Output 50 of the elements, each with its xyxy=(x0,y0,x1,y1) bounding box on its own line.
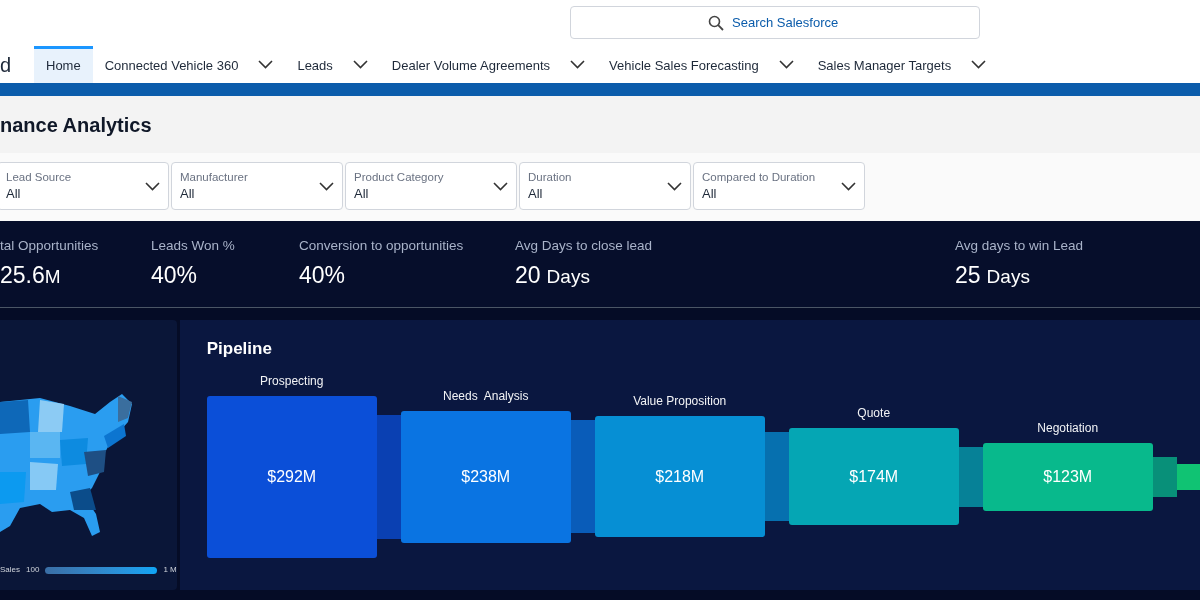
kpi-label: Avg days to win Lead xyxy=(955,236,1084,255)
nav-tab[interactable]: Vehicle Sales Forecasting xyxy=(597,46,771,83)
nav-tab[interactable]: Leads xyxy=(285,46,345,83)
filter-dropdown[interactable]: Duration All xyxy=(519,162,691,210)
nav-tab[interactable]: Dealer Volume Agreements xyxy=(379,46,563,83)
legend-min: 100 xyxy=(26,564,40,576)
stage-value: $218M xyxy=(655,466,705,487)
chevron-down-icon xyxy=(778,60,794,69)
search-field[interactable]: Search Salesforce xyxy=(570,6,980,39)
chevron-down-icon xyxy=(352,60,368,69)
kpi-value: 25 Days xyxy=(955,260,1031,290)
nav-tab[interactable]: Home xyxy=(34,46,93,83)
kpi-value: 20 Days xyxy=(515,260,591,290)
chevron-down-icon xyxy=(841,181,856,191)
nav-tab[interactable]: Sales Manager Targets xyxy=(805,46,964,83)
logo-text: d xyxy=(0,52,13,78)
kpi-label: tal Opportunities xyxy=(0,236,99,255)
legend-label: Sales xyxy=(0,564,20,576)
kpi-value: 40% xyxy=(151,260,199,290)
chevron-down-icon xyxy=(319,181,334,191)
stage-value: $292M xyxy=(267,466,317,487)
search-icon xyxy=(708,14,724,31)
filter-dropdown[interactable]: Compared to Duration All xyxy=(693,162,865,210)
chevron-down-icon xyxy=(258,60,274,69)
kpi-label: Conversion to opportunities xyxy=(299,236,464,255)
stage-label: Quote xyxy=(856,405,892,422)
kpi-label: Leads Won % xyxy=(151,236,235,255)
chevron-down-icon xyxy=(145,181,160,191)
search-input[interactable]: Search Salesforce xyxy=(732,12,842,33)
chevron-down-icon xyxy=(971,60,987,69)
nav-tab[interactable]: Connected Vehicle 360 xyxy=(92,46,251,83)
stage-label: Prospecting xyxy=(259,372,325,390)
page-title: nance Analytics xyxy=(0,112,152,138)
stage-label: Negotiation xyxy=(1036,419,1100,437)
filter-dropdown[interactable]: Product Category All xyxy=(345,162,517,210)
filter-dropdown[interactable]: Lead Source All xyxy=(0,162,169,210)
filter-dropdown[interactable]: Manufacturer All xyxy=(171,162,343,210)
stage-label: Needs Analysis xyxy=(442,387,530,405)
stage-value: $238M xyxy=(461,466,511,487)
stage-label: Value Proposition xyxy=(632,393,728,410)
stage-value: $123M xyxy=(1043,466,1093,487)
pipeline-title: Pipeline xyxy=(206,338,273,360)
stage-value: $174M xyxy=(849,466,899,487)
kpi-value: 40% xyxy=(299,260,347,290)
chevron-down-icon xyxy=(493,181,508,191)
kpi-label: Avg Days to close lead xyxy=(515,236,653,255)
chevron-down-icon xyxy=(667,181,682,191)
legend-max: 1 M xyxy=(163,564,177,576)
chevron-down-icon xyxy=(570,60,586,69)
kpi-value: 25.6M xyxy=(0,260,62,290)
